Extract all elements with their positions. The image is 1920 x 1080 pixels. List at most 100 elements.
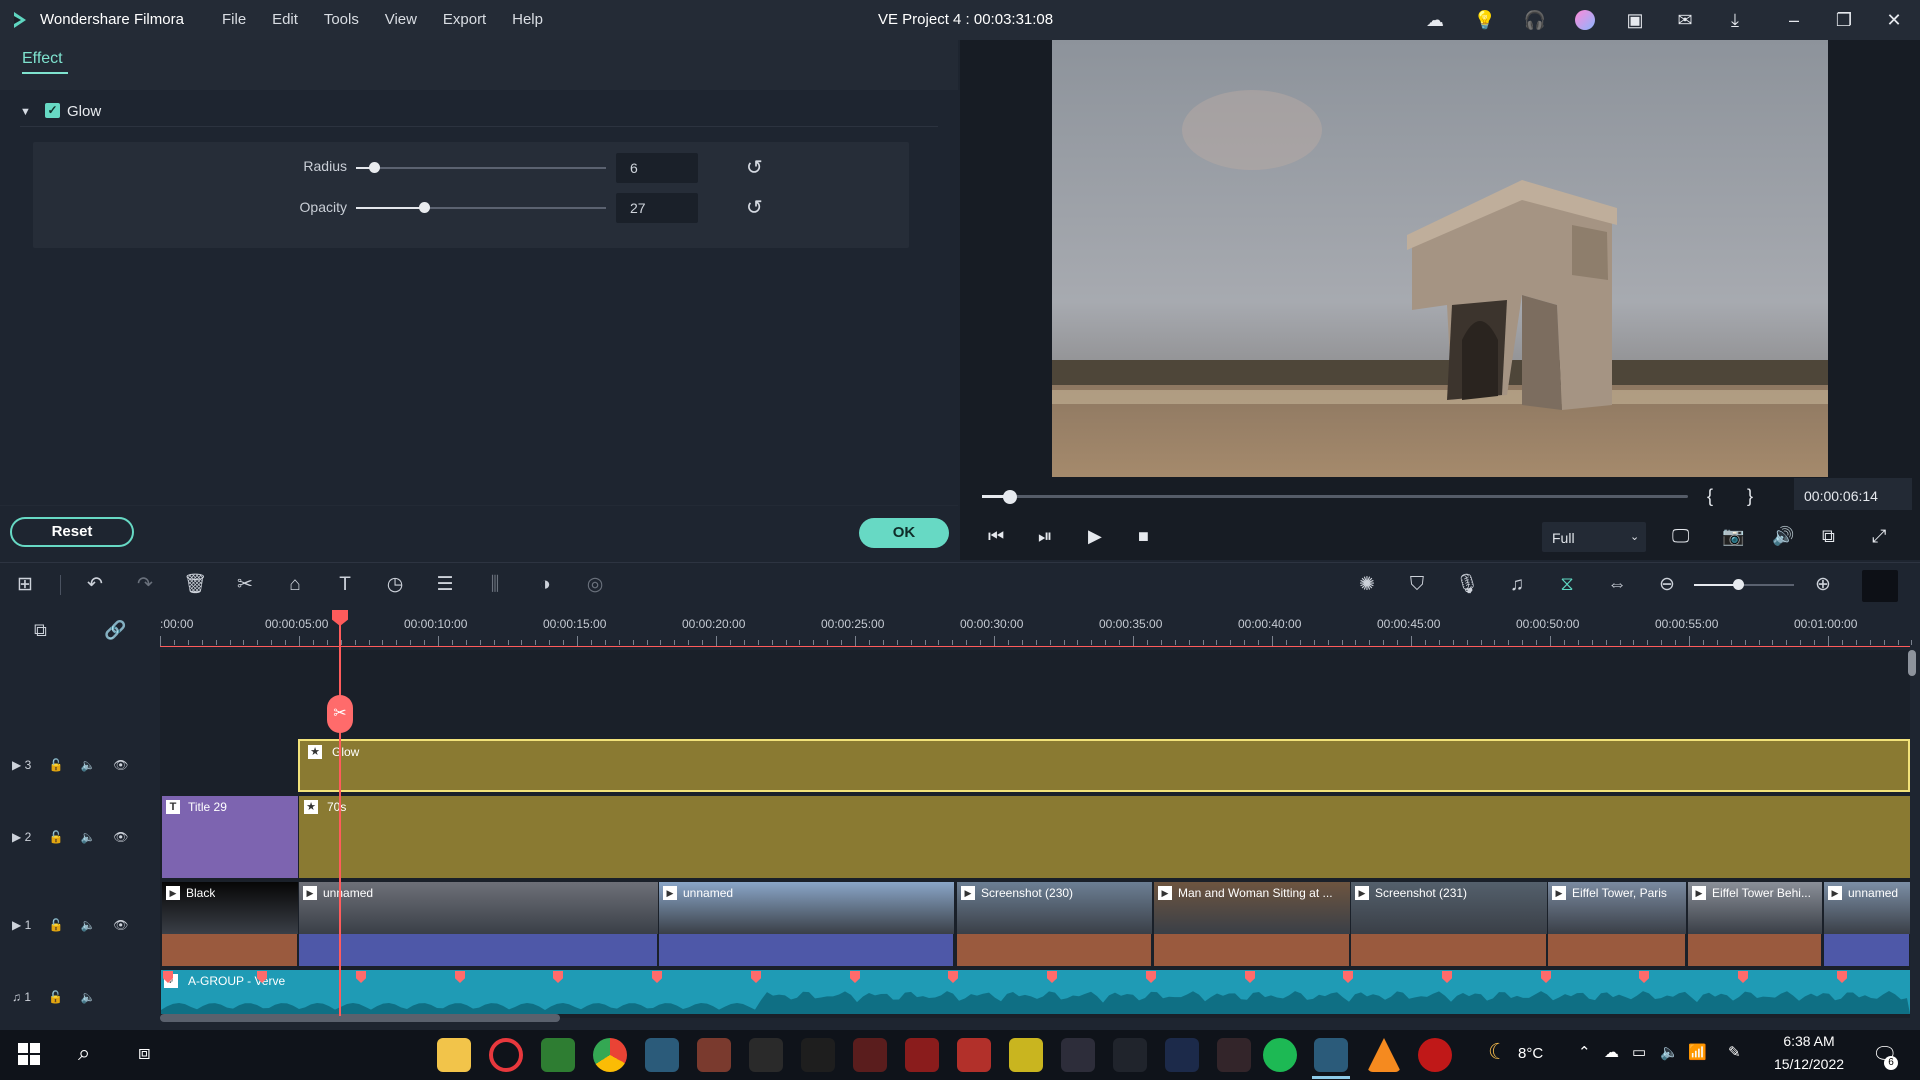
glow-effect-clip[interactable] bbox=[298, 739, 1910, 792]
tab-effect[interactable]: Effect bbox=[22, 50, 63, 68]
fit-icon[interactable]: ⇔ bbox=[1604, 572, 1630, 598]
game-icon[interactable] bbox=[905, 1038, 939, 1072]
text-icon[interactable]: T bbox=[332, 572, 358, 598]
reset-button[interactable]: Reset bbox=[10, 517, 134, 547]
radius-slider-track[interactable] bbox=[356, 167, 606, 169]
video-clip[interactable]: ▶ unnamed bbox=[1824, 882, 1910, 966]
restore-icon[interactable]: ❐ bbox=[1832, 8, 1856, 32]
minimize-icon[interactable]: – bbox=[1782, 8, 1806, 32]
playhead-line[interactable] bbox=[339, 612, 341, 1016]
undo-icon[interactable]: ↶ bbox=[82, 572, 108, 598]
wifi-icon[interactable]: 📶 bbox=[1688, 1043, 1707, 1061]
lightbulb-icon[interactable]: 💡 bbox=[1473, 8, 1497, 32]
game-icon[interactable] bbox=[697, 1038, 731, 1072]
filmora-app-icon[interactable] bbox=[645, 1038, 679, 1072]
menu-export[interactable]: Export bbox=[443, 11, 486, 28]
video-clip[interactable]: ▶ Eiffel Tower Behi... bbox=[1688, 882, 1822, 966]
chrome-icon[interactable] bbox=[593, 1038, 627, 1072]
opacity-slider-knob[interactable] bbox=[419, 202, 430, 213]
volume-tray-icon[interactable]: 🔈 bbox=[1660, 1043, 1679, 1061]
lock-icon[interactable]: 🔓 bbox=[49, 758, 64, 772]
opacity-value-input[interactable]: 27 bbox=[616, 193, 698, 223]
70s-effect-clip[interactable] bbox=[299, 796, 1910, 878]
game-icon[interactable] bbox=[853, 1038, 887, 1072]
mark-in-button[interactable]: { bbox=[1707, 486, 1713, 507]
video-clip[interactable]: ▶ unnamed bbox=[299, 882, 658, 966]
mark-out-button[interactable]: } bbox=[1747, 486, 1753, 507]
audio-mixer-icon[interactable]: ♫ bbox=[1504, 572, 1530, 598]
game-icon[interactable] bbox=[1217, 1038, 1251, 1072]
radius-reset-icon[interactable]: ↺ bbox=[746, 155, 768, 179]
file-explorer-icon[interactable] bbox=[437, 1038, 471, 1072]
add-track-icon[interactable]: ⧉ bbox=[34, 620, 47, 641]
redo-icon[interactable]: ↷ bbox=[132, 572, 158, 598]
timeline-h-scrollbar[interactable] bbox=[160, 1014, 560, 1022]
audio-meter-icon[interactable]: ⫼ bbox=[482, 572, 508, 598]
ok-button[interactable]: OK bbox=[859, 518, 949, 548]
step-forward-icon[interactable]: ⏯ bbox=[1038, 526, 1052, 547]
eye-icon[interactable]: 👁 bbox=[113, 758, 128, 772]
link-icon[interactable]: 🔗 bbox=[104, 620, 126, 641]
avatar[interactable] bbox=[1573, 8, 1597, 32]
zoom-slider-knob[interactable] bbox=[1733, 579, 1744, 590]
radius-slider-knob[interactable] bbox=[369, 162, 380, 173]
eye-icon[interactable]: 👁 bbox=[113, 830, 128, 844]
fullscreen-icon[interactable]: ⤢ bbox=[1872, 526, 1886, 547]
adjust-icon[interactable]: ☰ bbox=[432, 572, 458, 598]
video-clip[interactable]: ▶ Black bbox=[162, 882, 298, 966]
game-icon[interactable] bbox=[957, 1038, 991, 1072]
preview-progress-track[interactable] bbox=[982, 495, 1688, 498]
snapshot-icon[interactable]: 📷 bbox=[1722, 526, 1744, 547]
opacity-reset-icon[interactable]: ↺ bbox=[746, 195, 768, 219]
cloud-icon[interactable]: ☁ bbox=[1423, 8, 1447, 32]
collapse-triangle-icon[interactable]: ▼ bbox=[20, 106, 32, 118]
game-icon[interactable] bbox=[749, 1038, 783, 1072]
zoom-in-icon[interactable]: ⊕ bbox=[1810, 572, 1836, 598]
mail-icon[interactable]: ✉ bbox=[1673, 8, 1697, 32]
video-clip[interactable]: ▶ Screenshot (230) bbox=[957, 882, 1152, 966]
cut-icon[interactable]: ✂ bbox=[232, 572, 258, 598]
microphone-icon[interactable]: 🎙 bbox=[1454, 572, 1480, 598]
search-icon[interactable]: ⌕ bbox=[78, 1040, 90, 1066]
marker-icon[interactable]: ⛉ bbox=[1404, 572, 1430, 598]
color-icon[interactable]: ◑ bbox=[532, 572, 558, 598]
filmora-active-icon[interactable] bbox=[1314, 1038, 1348, 1072]
menu-help[interactable]: Help bbox=[512, 11, 543, 28]
mute-icon[interactable]: 🔈 bbox=[81, 990, 96, 1004]
layout-icon[interactable]: ⊞ bbox=[12, 572, 38, 598]
split-scissors-icon[interactable]: ✂ bbox=[327, 695, 353, 733]
lock-icon[interactable]: 🔓 bbox=[49, 918, 64, 932]
radius-value-input[interactable]: 6 bbox=[616, 153, 698, 183]
eye-icon[interactable]: 👁 bbox=[113, 918, 128, 932]
tray-chevron-icon[interactable]: ⌃ bbox=[1578, 1043, 1591, 1061]
clock-time[interactable]: 6:38 AM bbox=[1768, 1033, 1850, 1049]
mute-icon[interactable]: 🔈 bbox=[81, 758, 96, 772]
crosshair-icon[interactable] bbox=[1113, 1038, 1147, 1072]
timeline-v-scrollbar[interactable] bbox=[1908, 650, 1916, 676]
stop-icon[interactable]: ■ bbox=[1138, 526, 1149, 547]
step-back-icon[interactable]: ⏮ bbox=[988, 526, 1004, 547]
lock-icon[interactable]: 🔓 bbox=[49, 830, 64, 844]
lock-icon[interactable]: 🔓 bbox=[48, 990, 63, 1004]
speed-icon[interactable]: ◷ bbox=[382, 572, 408, 598]
crop-icon[interactable]: ⧉ bbox=[1822, 526, 1835, 547]
app-icon[interactable] bbox=[1418, 1038, 1452, 1072]
game-icon[interactable] bbox=[1061, 1038, 1095, 1072]
onedrive-icon[interactable]: ☁ bbox=[1604, 1043, 1619, 1061]
game-icon[interactable] bbox=[801, 1038, 835, 1072]
delete-icon[interactable]: 🗑 bbox=[182, 572, 208, 598]
pen-icon[interactable]: ✎ bbox=[1728, 1043, 1741, 1061]
save-icon[interactable]: ▣ bbox=[1623, 8, 1647, 32]
game-icon[interactable] bbox=[1165, 1038, 1199, 1072]
battery-icon[interactable]: ▭ bbox=[1632, 1043, 1646, 1061]
mute-icon[interactable]: 🔈 bbox=[81, 830, 96, 844]
close-icon[interactable]: ✕ bbox=[1882, 8, 1906, 32]
video-clip[interactable]: ▶ Eiffel Tower, Paris bbox=[1548, 882, 1686, 966]
volume-icon[interactable]: 🔊 bbox=[1772, 526, 1794, 547]
mute-icon[interactable]: 🔈 bbox=[81, 918, 96, 932]
glow-checkbox[interactable]: ✓ bbox=[45, 103, 60, 118]
game-icon[interactable] bbox=[1009, 1038, 1043, 1072]
temperature[interactable]: 8°C bbox=[1518, 1045, 1543, 1062]
headset-icon[interactable]: 🎧 bbox=[1523, 8, 1547, 32]
windows-start-icon[interactable] bbox=[18, 1043, 40, 1065]
